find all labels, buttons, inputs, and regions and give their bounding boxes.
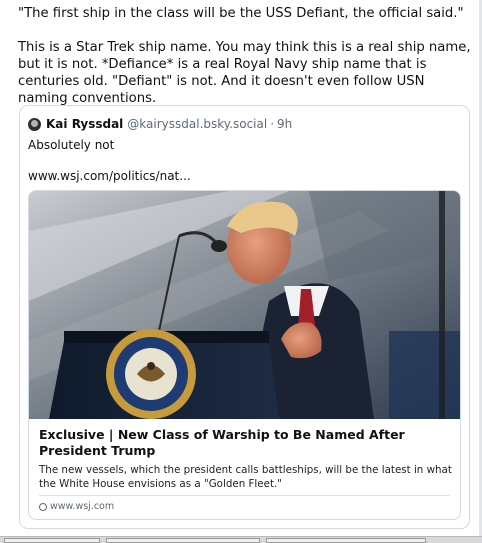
quoted-post-card[interactable]: Kai Ryssdal @kairyssdal.bsky.social · 9h… [19,105,470,529]
link-preview-domain-text: www.wsj.com [50,501,115,512]
taskbar-strip [0,536,482,543]
post-paragraph-commentary: This is a Star Trek ship name. You may t… [18,40,471,106]
author-handle[interactable]: @kairyssdal.bsky.social [127,117,267,131]
taskbar-item[interactable] [4,538,100,543]
link-preview-title[interactable]: Exclusive | New Class of Warship to Be N… [39,427,449,459]
avatar[interactable] [28,117,41,131]
quoted-post-link[interactable]: www.wsj.com/politics/nat... [28,168,191,184]
link-preview-description: The new vessels, which the president cal… [39,464,452,490]
post-paragraph-quote: "The first ship in the class will be the… [18,6,464,21]
separator-dot: · [270,117,275,131]
globe-icon [39,502,47,511]
quoted-post-text: Absolutely not [28,138,115,152]
link-preview-image [29,191,460,419]
link-preview-domain[interactable]: www.wsj.com [39,501,114,512]
link-preview-card[interactable]: Exclusive | New Class of Warship to Be N… [28,190,461,520]
post-text: "The first ship in the class will be the… [18,5,473,107]
quoted-post-header: Kai Ryssdal @kairyssdal.bsky.social · 9h [28,116,292,132]
author-name[interactable]: Kai Ryssdal [46,117,123,131]
post-timestamp[interactable]: 9h [277,117,292,131]
link-preview-divider [39,495,450,496]
taskbar-item[interactable] [106,538,260,543]
taskbar-item[interactable] [266,538,426,543]
